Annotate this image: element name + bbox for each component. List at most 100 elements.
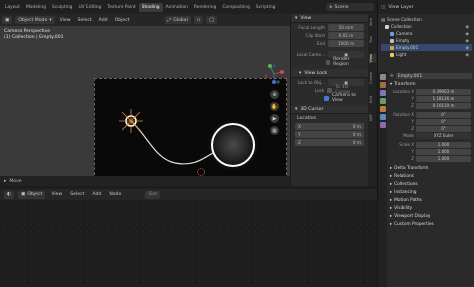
orientation-selector[interactable]: ⤢ Global bbox=[164, 16, 191, 24]
tab-animation[interactable]: Animation bbox=[163, 3, 191, 12]
focal-length-field[interactable]: 50 mm bbox=[328, 23, 364, 31]
proportional-button[interactable]: ◯ bbox=[206, 16, 218, 24]
properties-section[interactable]: ▸ Relations bbox=[388, 172, 474, 180]
properties-editor: ✣ Empty.001 ▾ Transform Location X 0.39063… bbox=[388, 72, 474, 228]
output-tab-icon[interactable] bbox=[379, 90, 386, 96]
outliner-item[interactable]: Collection ◉ bbox=[381, 23, 472, 30]
grid-icon[interactable]: ▦ bbox=[270, 126, 279, 135]
tab-scripting[interactable]: Scripting bbox=[253, 3, 279, 12]
menu-select[interactable]: Select bbox=[76, 18, 94, 23]
scene-tab-icon[interactable] bbox=[379, 98, 386, 104]
node-menu-view[interactable]: View bbox=[49, 192, 64, 197]
slot-selector[interactable]: Slot bbox=[145, 190, 161, 199]
properties-section[interactable]: ▸ Visibility bbox=[388, 204, 474, 212]
properties-section[interactable]: ▸ Delta Transform bbox=[388, 164, 474, 172]
ntab-view[interactable]: View bbox=[369, 54, 376, 63]
object-name-field[interactable]: Empty.001 bbox=[395, 73, 472, 79]
properties-section[interactable]: ▸ Viewport Display bbox=[388, 212, 474, 220]
properties-section[interactable]: ▸ Collections bbox=[388, 180, 474, 188]
clip-start-field[interactable]: 0.01 m bbox=[328, 31, 364, 39]
cursor-x-field[interactable]: X 0 m bbox=[295, 122, 364, 130]
outliner-item[interactable]: Light ◉ bbox=[381, 51, 472, 58]
axes-icon: ⤢ bbox=[167, 18, 172, 23]
scale-y-field[interactable]: 1.000 bbox=[416, 148, 471, 155]
zoom-icon[interactable]: ⊕ bbox=[270, 90, 279, 99]
outliner-item-label: Camera bbox=[396, 31, 413, 36]
3d-cursor-header[interactable]: ▾ 3D Cursor bbox=[291, 105, 368, 114]
render-tab-icon[interactable] bbox=[379, 82, 386, 88]
ntab-item[interactable]: Item bbox=[369, 18, 376, 26]
object-tab-icon[interactable] bbox=[379, 106, 386, 112]
ntab-tool[interactable]: Tool bbox=[369, 36, 376, 43]
outliner-scene-collection[interactable]: ▤ Scene Collection bbox=[381, 16, 472, 23]
node-mode-selector[interactable]: ▣ Object bbox=[18, 190, 46, 199]
outliner-item[interactable]: Camera ◉ bbox=[381, 30, 472, 37]
outliner-item[interactable]: Empty.001 ◉ bbox=[381, 44, 472, 51]
rotation-x-field[interactable]: 0° bbox=[416, 111, 471, 118]
3d-viewport[interactable]: Camera Perspective (1) Collection | Empt… bbox=[0, 26, 290, 186]
pan-hand-icon[interactable]: ✋ bbox=[270, 102, 279, 111]
n-panel: ▾ View Focal Length 50 mm Clip Start 0.01 m… bbox=[290, 14, 368, 186]
eye-icon[interactable]: ◉ bbox=[465, 38, 472, 43]
scale-z-field[interactable]: 1.000 bbox=[416, 155, 471, 162]
rotation-z-field[interactable]: 0° bbox=[416, 125, 471, 132]
editor-type-button[interactable]: ▣ bbox=[2, 16, 13, 24]
physics-tab-icon[interactable] bbox=[379, 122, 386, 128]
node-menu-node[interactable]: Node bbox=[107, 192, 123, 197]
view-panel-header[interactable]: ▾ View bbox=[291, 14, 368, 23]
tool-tab-icon[interactable] bbox=[379, 74, 386, 80]
tab-rendering[interactable]: Rendering bbox=[191, 3, 219, 12]
cursor-y-label: Y bbox=[298, 131, 301, 137]
tab-modeling[interactable]: Modeling bbox=[23, 3, 49, 12]
location-x-field[interactable]: 0.39063 m bbox=[416, 88, 471, 95]
camera-view-icon[interactable]: ▶ bbox=[270, 114, 279, 123]
properties-section[interactable]: ▸ Custom Properties bbox=[388, 220, 474, 228]
ntab-create[interactable]: Create bbox=[369, 72, 376, 84]
properties-section[interactable]: ▸ Motion Paths bbox=[388, 196, 474, 204]
view-layer-label[interactable]: View Layer bbox=[388, 5, 413, 10]
scale-x-field[interactable]: 1.000 bbox=[416, 141, 471, 148]
tab-texture-paint[interactable]: Texture Paint bbox=[104, 3, 138, 12]
tab-shading[interactable]: Shading bbox=[138, 2, 163, 12]
tab-compositing[interactable]: Compositing bbox=[219, 3, 253, 12]
camera-to-view-checkbox[interactable] bbox=[324, 95, 329, 101]
render-region-checkbox[interactable] bbox=[325, 59, 331, 65]
cursor-z-field[interactable]: Z 0 m bbox=[295, 138, 364, 146]
editor-type-button-2[interactable]: ◐ bbox=[4, 190, 15, 199]
tab-sculpting[interactable]: Sculpting bbox=[49, 3, 76, 12]
cursor-y-field[interactable]: Y 0 m bbox=[295, 130, 364, 138]
rotation-y-field[interactable]: 0° bbox=[416, 118, 471, 125]
operator-panel[interactable]: ▸ Move bbox=[0, 176, 290, 186]
ntab-ant[interactable]: ANT bbox=[369, 114, 376, 121]
rotation-mode-select[interactable]: XYZ Euler bbox=[416, 132, 471, 139]
view-lock-header[interactable]: ▾ View Lock bbox=[291, 69, 368, 78]
empty-orange-icon[interactable] bbox=[119, 109, 143, 133]
tab-layout[interactable]: Layout bbox=[2, 3, 23, 12]
eye-icon[interactable]: ◉ bbox=[465, 52, 472, 57]
menu-object[interactable]: Object bbox=[113, 18, 132, 23]
scale-y-row: Y 1.000 bbox=[388, 148, 474, 155]
tab-uv-editing[interactable]: UV Editing bbox=[75, 3, 104, 12]
menu-add[interactable]: Add bbox=[97, 18, 110, 23]
outliner-item[interactable]: Empty ◉ bbox=[381, 37, 472, 44]
transform-header[interactable]: ▾ Transform bbox=[388, 80, 474, 88]
node-editor-canvas[interactable] bbox=[0, 200, 377, 287]
node-menu-add[interactable]: Add bbox=[90, 192, 103, 197]
eye-icon[interactable]: ◉ bbox=[465, 31, 472, 36]
to-3d-cursor-checkbox[interactable] bbox=[327, 87, 333, 93]
constraint-tab-icon[interactable] bbox=[379, 114, 386, 120]
eye-icon[interactable]: ◉ bbox=[465, 24, 472, 29]
menu-view[interactable]: View bbox=[58, 18, 73, 23]
node-menu-select[interactable]: Select bbox=[68, 192, 86, 197]
mode-selector[interactable]: Object Mode ▾ bbox=[15, 16, 55, 24]
location-y-field[interactable]: 1.18126 m bbox=[416, 95, 471, 102]
properties-tabs bbox=[378, 72, 387, 287]
navigation-gizmo[interactable] bbox=[262, 62, 286, 86]
snap-button[interactable]: ∩ bbox=[193, 16, 204, 24]
clip-end-field[interactable]: 1000 m bbox=[328, 39, 364, 47]
location-z-field[interactable]: 0.10119 m bbox=[416, 102, 471, 109]
scene-selector[interactable]: ◈ Scene bbox=[326, 3, 374, 11]
eye-icon[interactable]: ◉ bbox=[465, 45, 472, 50]
properties-section[interactable]: ▸ Instancing bbox=[388, 188, 474, 196]
ntab-edit[interactable]: Edit bbox=[369, 96, 376, 103]
